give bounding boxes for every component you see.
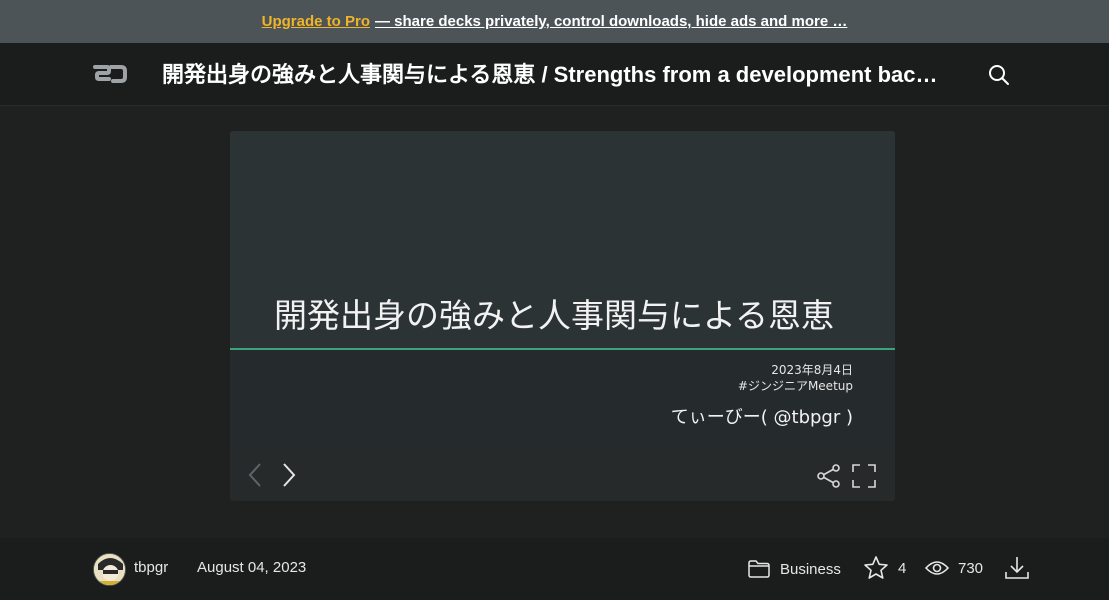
slide-player: 開発出身の強みと人事関与による恩恵 2023年8月4日 #ジンジニアMeetup… [230,131,895,501]
player-controls [230,449,895,501]
slide[interactable]: 開発出身の強みと人事関与による恩恵 2023年8月4日 #ジンジニアMeetup… [230,131,895,449]
category-link[interactable]: Business [748,556,841,582]
slide-date: 2023年8月4日 [771,363,853,377]
fullscreen-icon[interactable] [851,463,877,489]
star-icon [864,556,888,579]
promo-banner: Upgrade to Pro — share decks privately, … [0,0,1109,43]
slide-author: てぃーびー( @tbpgr ) [670,407,853,428]
chevron-left-icon[interactable] [244,461,268,489]
avatar[interactable] [93,553,126,586]
views-stat: 730 [925,554,983,582]
slide-hashtag: #ジンジニアMeetup [737,379,853,393]
upgrade-to-pro-link[interactable]: Upgrade to Pro [262,13,370,30]
slide-heading: 開発出身の強みと人事関与による恩恵 [274,296,835,335]
view-count: 730 [958,559,984,577]
share-icon[interactable] [816,463,842,489]
speakerdeck-logo-icon[interactable] [93,63,127,85]
publish-date: August 04, 2023 [197,559,307,576]
author-username[interactable]: tbpgr [134,559,168,576]
deck-title: 開発出身の強みと人事関与による恩恵 / Strengths from a dev… [162,62,942,87]
slide-divider [230,348,895,350]
search-icon[interactable] [987,63,1011,87]
star-count: 4 [898,559,907,577]
site-header: 開発出身の強みと人事関与による恩恵 / Strengths from a dev… [0,43,1109,106]
deck-footer: tbpgr August 04, 2023 Business 4 730 [0,538,1109,600]
promo-text[interactable]: — share decks privately, control downloa… [375,13,847,30]
star-button[interactable]: 4 [863,554,906,582]
chevron-right-icon[interactable] [276,461,300,489]
download-icon[interactable] [1004,555,1030,581]
eye-icon [925,561,949,575]
category-label: Business [780,560,841,578]
folder-icon [748,560,770,578]
